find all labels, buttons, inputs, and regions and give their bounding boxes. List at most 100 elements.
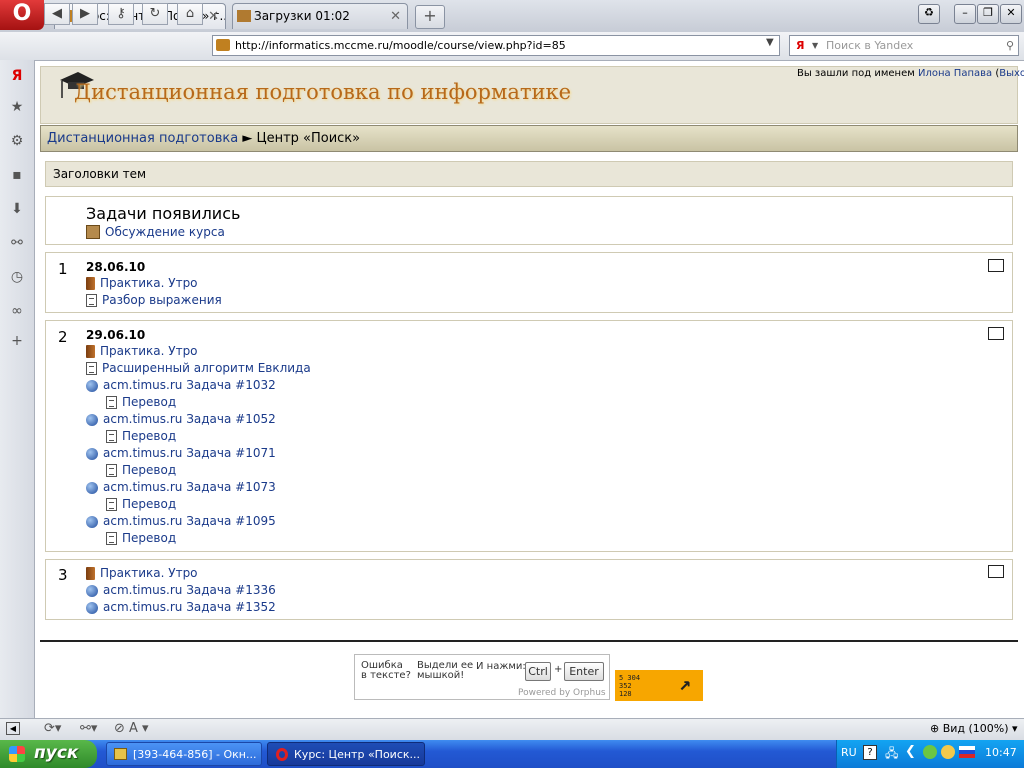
close-window-button[interactable]: ✕ bbox=[1000, 4, 1022, 24]
home-button[interactable]: ⌂ bbox=[177, 3, 203, 25]
user-name-link[interactable]: Илона Папава bbox=[918, 68, 992, 79]
section-0: Задачи появились Обсуждение курса bbox=[45, 196, 1013, 245]
address-bar[interactable]: http://informatics.mccme.ru/moodle/cours… bbox=[212, 35, 780, 56]
book-icon bbox=[86, 277, 95, 290]
translation-link[interactable]: Перевод bbox=[106, 463, 176, 477]
resource-link[interactable]: Разбор выражения bbox=[86, 293, 222, 307]
trash-icon[interactable]: ♻ bbox=[918, 4, 940, 24]
search-box[interactable]: Я ▼ Поиск в Yandex ⚲ bbox=[789, 35, 1019, 56]
section-date: 29.06.10 bbox=[86, 328, 146, 342]
opera-menu-button[interactable]: O bbox=[0, 0, 44, 30]
start-button[interactable]: пуск bbox=[0, 740, 97, 768]
document-icon bbox=[106, 396, 117, 409]
liveinternet-counter[interactable]: 5 304 352 128 ↗ bbox=[615, 670, 703, 701]
resource-link[interactable]: Практика. Утро bbox=[86, 344, 198, 358]
taskbar-item-chat[interactable]: [393-464-856] - Окн... bbox=[106, 742, 262, 766]
document-icon bbox=[86, 362, 97, 375]
plus-sign: + bbox=[554, 664, 563, 675]
agent-icon[interactable] bbox=[941, 745, 955, 759]
toggle-panel-icon[interactable]: ◀ bbox=[6, 722, 20, 735]
yandex-panel-icon[interactable]: Я bbox=[7, 66, 27, 86]
resource-link[interactable]: Расширенный алгоритм Евклида bbox=[86, 361, 311, 375]
moodle-favicon-icon bbox=[216, 39, 230, 51]
clock[interactable]: 10:47 bbox=[985, 746, 1017, 759]
forum-icon bbox=[86, 225, 100, 239]
search-input[interactable]: Поиск в Yandex bbox=[826, 36, 913, 55]
network-icon[interactable]: 🖧 bbox=[885, 744, 898, 765]
help-icon[interactable]: ? bbox=[863, 745, 877, 760]
address-text: http://informatics.mccme.ru/moodle/cours… bbox=[235, 39, 566, 52]
wand-key-button[interactable]: ⚷ bbox=[108, 3, 134, 25]
orphus-powered: Powered by Orphus bbox=[518, 688, 606, 698]
reload-button[interactable]: ↻ bbox=[142, 3, 168, 25]
language-indicator[interactable]: RU bbox=[841, 746, 857, 759]
problem-link[interactable]: acm.timus.ru Задача #1352 bbox=[86, 600, 276, 614]
tab-downloads[interactable]: Загрузки 01:02 ✕ bbox=[232, 3, 408, 29]
globe-icon bbox=[86, 414, 98, 426]
resource-link[interactable]: Практика. Утро bbox=[86, 566, 198, 580]
start-label: пуск bbox=[34, 743, 79, 763]
translation-link[interactable]: Перевод bbox=[106, 429, 176, 443]
book-icon bbox=[86, 567, 95, 580]
translation-link[interactable]: Перевод bbox=[106, 531, 176, 545]
close-tab-icon[interactable]: ✕ bbox=[390, 4, 401, 29]
document-icon bbox=[106, 498, 117, 511]
book-icon bbox=[86, 345, 95, 358]
section-number: 2 bbox=[58, 328, 68, 346]
icq-icon[interactable] bbox=[923, 745, 937, 759]
back-button[interactable]: ◀ bbox=[44, 3, 70, 25]
problem-link[interactable]: acm.timus.ru Задача #1073 bbox=[86, 480, 276, 494]
unite-icon[interactable]: ∞ bbox=[7, 301, 27, 321]
tray-expand-icon[interactable]: ❮ bbox=[905, 744, 916, 759]
unite-status-icon[interactable]: ⚯▾ bbox=[80, 721, 97, 736]
forum-link[interactable]: Обсуждение курса bbox=[86, 225, 225, 239]
address-dropdown-icon[interactable]: ▼ bbox=[766, 37, 774, 48]
new-tab-button[interactable]: + bbox=[415, 5, 445, 29]
links-icon[interactable]: ⚯ bbox=[7, 233, 27, 253]
document-icon bbox=[86, 294, 97, 307]
yandex-icon: Я bbox=[796, 39, 805, 52]
problem-link[interactable]: acm.timus.ru Задача #1052 bbox=[86, 412, 276, 426]
zoom-control[interactable]: ⊕ Вид (100%) ▾ bbox=[930, 722, 1018, 735]
engine-dropdown-icon[interactable]: ▼ bbox=[812, 36, 818, 55]
resource-link[interactable]: Практика. Утро bbox=[86, 276, 198, 290]
orphus-question: Ошибка в тексте? bbox=[361, 660, 411, 681]
bookmarks-icon[interactable]: ★ bbox=[7, 97, 27, 117]
add-panel-icon[interactable]: + bbox=[7, 331, 27, 351]
section-date: 28.06.10 bbox=[86, 260, 146, 274]
taskbar-item-opera[interactable]: Курс: Центр «Поиск... bbox=[267, 742, 425, 766]
notes-icon[interactable]: ▪ bbox=[7, 165, 27, 185]
forward-button[interactable]: ▶ bbox=[72, 3, 98, 25]
restore-button[interactable]: ❐ bbox=[977, 4, 999, 24]
problem-link[interactable]: acm.timus.ru Задача #1095 bbox=[86, 514, 276, 528]
turbo-icon[interactable]: ⊘ A ▾ bbox=[114, 721, 149, 736]
windows-logo-icon bbox=[9, 746, 25, 762]
tab-label: Загрузки 01:02 bbox=[254, 9, 350, 23]
sync-icon[interactable]: ⟳▾ bbox=[44, 721, 61, 736]
breadcrumb-home-link[interactable]: Дистанционная подготовка bbox=[47, 131, 238, 146]
problem-link[interactable]: acm.timus.ru Задача #1071 bbox=[86, 446, 276, 460]
translation-link[interactable]: Перевод bbox=[106, 395, 176, 409]
translation-link[interactable]: Перевод bbox=[106, 497, 176, 511]
logout-link[interactable]: Выход bbox=[999, 68, 1024, 79]
close-tab-icon[interactable]: ✕ bbox=[208, 4, 219, 29]
ctrl-key: Ctrl bbox=[525, 662, 551, 681]
russian-flag-icon[interactable] bbox=[959, 746, 975, 758]
orphus-widget[interactable]: Ошибка в тексте? Выдели ее мышкой! И наж… bbox=[354, 654, 610, 700]
section-2: 2 29.06.10 Практика. Утро Расширенный ал… bbox=[45, 320, 1013, 552]
show-only-section-toggle[interactable] bbox=[988, 327, 1004, 340]
document-icon bbox=[106, 532, 117, 545]
problem-link[interactable]: acm.timus.ru Задача #1336 bbox=[86, 583, 276, 597]
window-icon bbox=[114, 748, 127, 760]
widgets-icon[interactable]: ⚙ bbox=[7, 131, 27, 151]
site-title: Дистанционная подготовка по информатике bbox=[74, 80, 572, 104]
show-only-section-toggle[interactable] bbox=[988, 259, 1004, 272]
downloads-icon[interactable]: ⬇ bbox=[7, 199, 27, 219]
topics-header: Заголовки тем bbox=[45, 161, 1013, 187]
history-icon[interactable]: ◷ bbox=[7, 267, 27, 287]
minimize-button[interactable]: – bbox=[954, 4, 976, 24]
problem-link[interactable]: acm.timus.ru Задача #1032 bbox=[86, 378, 276, 392]
globe-icon bbox=[86, 448, 98, 460]
show-only-section-toggle[interactable] bbox=[988, 565, 1004, 578]
search-icon[interactable]: ⚲ bbox=[1006, 36, 1014, 55]
